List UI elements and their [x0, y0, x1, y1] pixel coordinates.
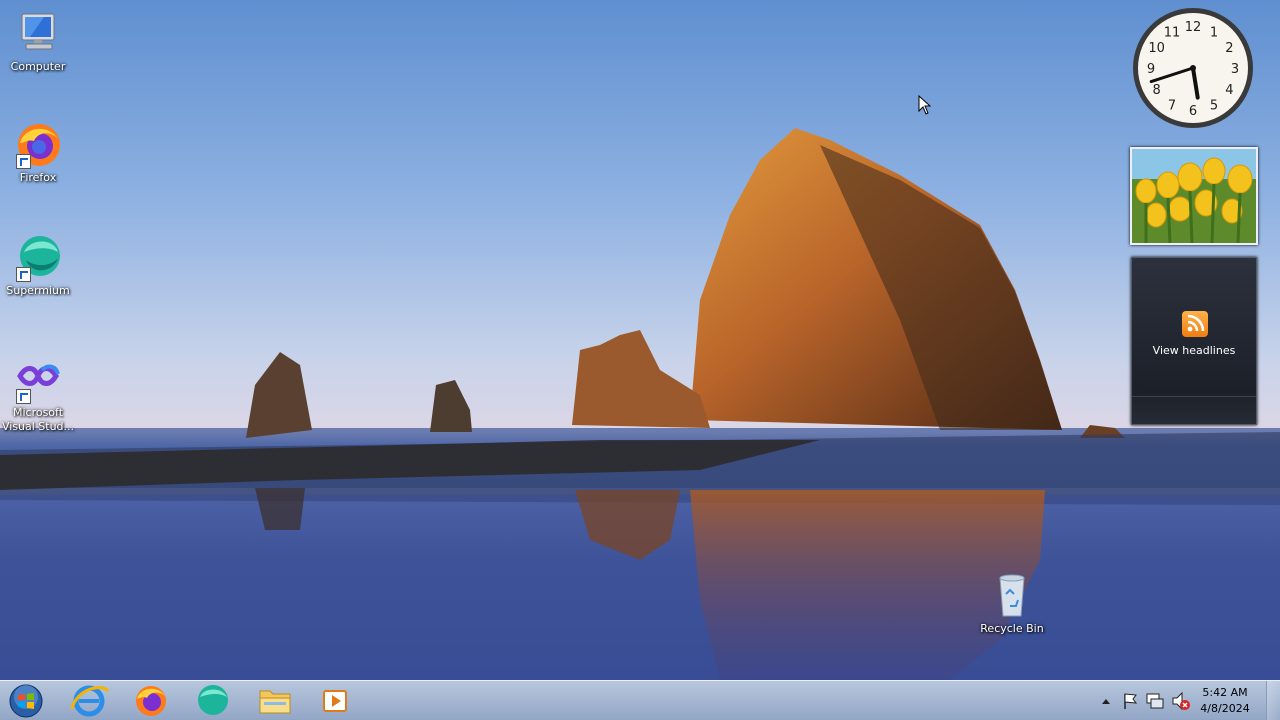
slideshow-gadget[interactable]: [1130, 147, 1258, 245]
taskbar: 5:42 AM 4/8/2024: [0, 680, 1280, 720]
desktop-icon-recycle-bin[interactable]: Recycle Bin: [974, 572, 1050, 636]
shortcut-arrow-icon: [16, 154, 31, 169]
view-headlines-link[interactable]: View headlines: [1132, 344, 1256, 357]
taskbar-clock[interactable]: 5:42 AM 4/8/2024: [1196, 685, 1254, 717]
taskbar-date: 4/8/2024: [1200, 702, 1250, 715]
taskbar-file-explorer[interactable]: [248, 683, 302, 719]
clock-numeral: 4: [1225, 83, 1233, 98]
desktop-icon-label: Supermium: [6, 284, 70, 297]
firefox-icon: [136, 686, 166, 716]
clock-numeral: 1: [1210, 26, 1218, 41]
clock-numeral: 2: [1225, 41, 1233, 56]
rss-icon: [1182, 311, 1208, 337]
volume-muted-icon[interactable]: [1170, 681, 1192, 720]
taskbar-media-player[interactable]: [308, 683, 362, 719]
clock-numeral: 5: [1210, 98, 1218, 113]
clock-numeral: 6: [1189, 104, 1197, 119]
supermium-icon: [198, 685, 228, 715]
windows-orb-icon: [9, 684, 43, 718]
taskbar-supermium[interactable]: [186, 683, 240, 719]
taskbar-firefox[interactable]: [124, 683, 178, 719]
desktop-icon-supermium[interactable]: Supermium: [0, 234, 76, 298]
clock-numeral: 8: [1152, 83, 1160, 98]
recycle-bin-icon: [988, 572, 1036, 620]
shortcut-arrow-icon: [16, 267, 31, 282]
tulips-photo: [1132, 149, 1256, 243]
file-explorer-icon: [259, 690, 291, 714]
internet-explorer-icon: [70, 685, 110, 717]
desktop-icon-firefox[interactable]: Firefox: [0, 121, 76, 185]
clock-gadget[interactable]: 12 1 2 3 4 5 6 7 8 9 10 11: [1131, 6, 1255, 130]
clock-numeral: 3: [1231, 62, 1239, 77]
show-desktop-button[interactable]: [1266, 681, 1280, 720]
action-center-flag-icon[interactable]: [1120, 681, 1140, 720]
supermium-icon: [14, 234, 62, 282]
taskbar-time: 5:42 AM: [1202, 686, 1248, 699]
visual-studio-icon: [14, 356, 62, 404]
clock-numeral: 9: [1147, 62, 1155, 77]
start-button[interactable]: [6, 683, 46, 719]
clock-numeral: 11: [1164, 26, 1181, 41]
feed-headlines-gadget[interactable]: View headlines: [1131, 257, 1257, 425]
shortcut-arrow-icon: [16, 389, 31, 404]
network-icon[interactable]: [1144, 681, 1166, 720]
taskbar-internet-explorer[interactable]: [62, 683, 116, 719]
clock-numeral: 12: [1185, 20, 1202, 35]
desktop-wallpaper: [0, 0, 1280, 720]
desktop-icon-label: Microsoft Visual Stud...: [1, 406, 75, 433]
desktop-icon-label: Firefox: [19, 171, 57, 184]
clock-numeral: 7: [1168, 98, 1176, 113]
show-hidden-icons-icon[interactable]: [1100, 681, 1112, 720]
divider: [1132, 396, 1256, 397]
mouse-cursor-icon: [918, 94, 932, 119]
computer-icon: [14, 10, 62, 58]
media-player-icon: [323, 690, 347, 712]
firefox-icon: [14, 121, 62, 169]
desktop-icon-visual-studio[interactable]: Microsoft Visual Stud...: [0, 356, 76, 434]
desktop-icon-label: Recycle Bin: [980, 622, 1044, 635]
clock-numeral: 10: [1148, 41, 1165, 56]
desktop-icon-label: Computer: [10, 60, 66, 73]
desktop-icon-computer[interactable]: Computer: [0, 10, 76, 74]
